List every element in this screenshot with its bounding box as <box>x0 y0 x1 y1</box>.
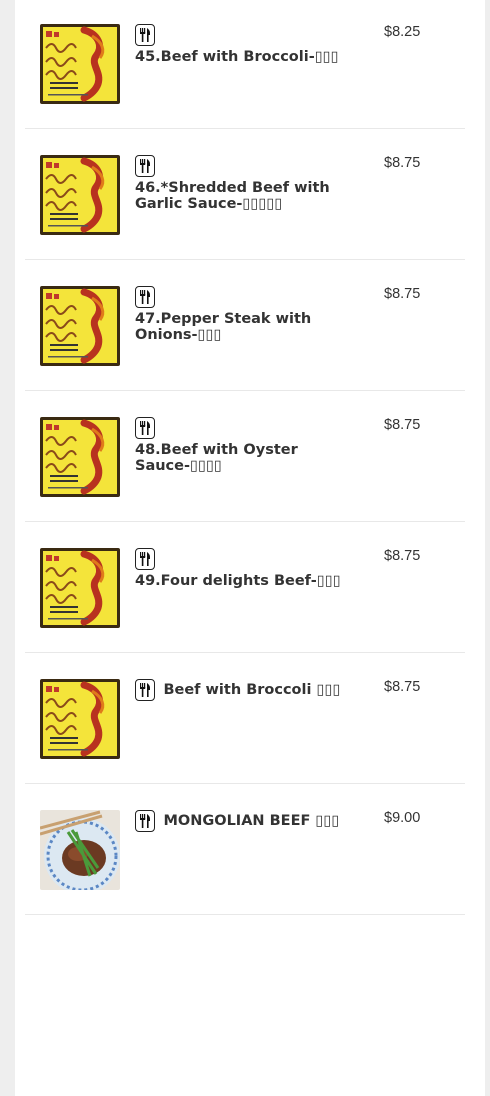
menu-item-price: $8.75 <box>384 679 421 695</box>
fork-knife-icon <box>135 548 155 570</box>
restaurant-logo-image[interactable] <box>40 548 120 628</box>
menu-item-price: $8.75 <box>384 548 421 564</box>
menu-item-name[interactable]: Beef with Broccoli ▯▯▯ <box>163 682 340 698</box>
menu-item-name[interactable]: 45.Beef with Broccoli-▯▯▯ <box>135 49 345 65</box>
fork-knife-icon <box>135 679 155 701</box>
menu-item-text: 49.Four delights Beef-▯▯▯ <box>135 548 345 589</box>
menu-panel: 45.Beef with Broccoli-▯▯▯ $8.25 46.*Shre… <box>15 0 485 1096</box>
menu-item-price: $8.75 <box>384 155 421 171</box>
menu-list: 45.Beef with Broccoli-▯▯▯ $8.25 46.*Shre… <box>25 0 465 915</box>
menu-item[interactable]: 45.Beef with Broccoli-▯▯▯ $8.25 <box>25 0 465 129</box>
menu-item-price: $8.25 <box>384 24 421 40</box>
menu-item-name[interactable]: MONGOLIAN BEEF ▯▯▯ <box>163 813 339 829</box>
menu-item-price: $8.75 <box>384 286 421 302</box>
menu-item-name[interactable]: 46.*Shredded Beef with Garlic Sauce-▯▯▯▯… <box>135 180 345 212</box>
fork-knife-icon <box>135 24 155 46</box>
menu-item[interactable]: 46.*Shredded Beef with Garlic Sauce-▯▯▯▯… <box>25 129 465 260</box>
menu-item[interactable]: 47.Pepper Steak with Onions-▯▯▯ $8.75 <box>25 260 465 391</box>
restaurant-logo-image[interactable] <box>40 417 120 497</box>
menu-item[interactable]: MONGOLIAN BEEF ▯▯▯ $9.00 <box>25 784 465 915</box>
restaurant-logo-image[interactable] <box>40 155 120 235</box>
menu-item-price: $9.00 <box>384 810 421 826</box>
fork-knife-icon <box>135 417 155 439</box>
mongolian-beef-photo[interactable] <box>40 810 120 890</box>
restaurant-logo-image[interactable] <box>40 679 120 759</box>
menu-item-text: 48.Beef with Oyster Sauce-▯▯▯▯ <box>135 417 345 474</box>
restaurant-logo-image[interactable] <box>40 24 120 104</box>
menu-item-text: MONGOLIAN BEEF ▯▯▯ <box>135 810 345 832</box>
menu-item-text: Beef with Broccoli ▯▯▯ <box>135 679 345 701</box>
menu-item[interactable]: 49.Four delights Beef-▯▯▯ $8.75 <box>25 522 465 653</box>
menu-item-text: 47.Pepper Steak with Onions-▯▯▯ <box>135 286 345 343</box>
menu-item-name[interactable]: 47.Pepper Steak with Onions-▯▯▯ <box>135 311 345 343</box>
menu-item-text: 45.Beef with Broccoli-▯▯▯ <box>135 24 345 65</box>
restaurant-logo-image[interactable] <box>40 286 120 366</box>
fork-knife-icon <box>135 286 155 308</box>
menu-item-name[interactable]: 48.Beef with Oyster Sauce-▯▯▯▯ <box>135 442 345 474</box>
menu-item[interactable]: 48.Beef with Oyster Sauce-▯▯▯▯ $8.75 <box>25 391 465 522</box>
menu-item-text: 46.*Shredded Beef with Garlic Sauce-▯▯▯▯… <box>135 155 345 212</box>
fork-knife-icon <box>135 810 155 832</box>
menu-item[interactable]: Beef with Broccoli ▯▯▯ $8.75 <box>25 653 465 784</box>
menu-item-name[interactable]: 49.Four delights Beef-▯▯▯ <box>135 573 345 589</box>
menu-item-price: $8.75 <box>384 417 421 433</box>
fork-knife-icon <box>135 155 155 177</box>
